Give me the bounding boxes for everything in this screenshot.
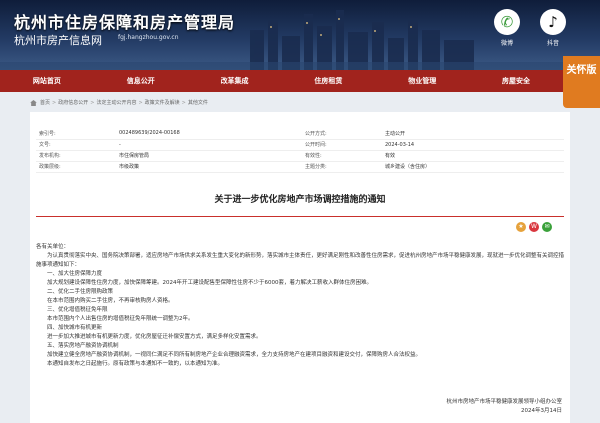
- breadcrumb: 首页 > 政府信息公开 > 法定主动公开内容 > 政策文件及解读 > 其他文件: [30, 96, 570, 109]
- weibo-label: 微博: [500, 40, 513, 47]
- douyin-label: 抖音: [546, 40, 559, 47]
- site-subtitle: 杭州市房产信息网: [14, 34, 102, 47]
- meta-value: 市级政策: [116, 161, 302, 173]
- header-banner: 杭州市住房保障和房产管理局 杭州市房产信息网 fgj.hangzhou.gov.…: [0, 0, 600, 70]
- meta-row: 文号: - 公开时间: 2024-03-14: [36, 139, 564, 151]
- meta-key: 政策层级:: [36, 161, 116, 173]
- nav-item-rental[interactable]: 住房租赁: [281, 76, 375, 86]
- meta-table: 索引号: 002489639/2024-00168 公开方式: 主动公开 文号:…: [36, 128, 564, 173]
- document-heading: 一、加大住房保障力度: [47, 271, 103, 277]
- document-title: 关于进一步优化房地产市场调控措施的通知: [214, 195, 386, 205]
- breadcrumb-policy[interactable]: 政策文件及解读: [145, 99, 180, 106]
- document-paragraph: 为认真贯彻落实中央、国务院决策部署，适应房地产市场供求关系发生重大变化的新形势，…: [36, 253, 565, 268]
- share-wechat-icon[interactable]: ✉: [542, 222, 552, 232]
- share-weibo-icon[interactable]: W: [529, 222, 539, 232]
- meta-value: 2024-03-14: [382, 139, 564, 151]
- page: 杭州市住房保障和房产管理局 杭州市房产信息网 fgj.hangzhou.gov.…: [0, 0, 600, 423]
- document-heading: 三、优化增值税征免年限: [47, 307, 108, 313]
- meta-value: 城乡建设（含住房）: [382, 161, 564, 173]
- breadcrumb-info[interactable]: 政府信息公开: [58, 99, 88, 106]
- meta-key: 有效性:: [302, 150, 382, 162]
- meta-row: 政策层级: 市级政策 主题分类: 城乡建设（含住房）: [36, 161, 564, 173]
- document-paragraph: 加大规划建设保障性住房力度，加快保障筹建。2024年开工建设配售型保障性住房不少…: [47, 280, 372, 286]
- document-signature-block: 杭州市房地产市场平稳健康发展领导小组办公室 2024年3月14日: [446, 398, 562, 416]
- document-greeting: 各有关单位：: [36, 244, 70, 250]
- content-panel: 索引号: 002489639/2024-00168 公开方式: 主动公开 文号:…: [30, 112, 570, 423]
- meta-key: 文号:: [36, 139, 116, 151]
- document-heading: 四、加快城市有机更新: [47, 325, 103, 331]
- document-body: 各有关单位： 为认真贯彻落实中央、国务院决策部署，适应房地产市场供求关系发生重大…: [36, 243, 564, 369]
- share-favorite-icon[interactable]: ★: [516, 222, 526, 232]
- document-paragraph: 在本市范围内购买二手住房，不再审核购房人资格。: [47, 298, 174, 304]
- breadcrumb-home[interactable]: 首页: [40, 99, 50, 106]
- meta-key: 主题分类:: [302, 161, 382, 173]
- meta-row: 索引号: 002489639/2024-00168 公开方式: 主动公开: [36, 128, 564, 140]
- document-heading: 二、优化二手住房限购政策: [47, 289, 114, 295]
- breadcrumb-other[interactable]: 其他文件: [188, 99, 208, 106]
- meta-row: 发布机构: 市住保房管局 有效性: 有效: [36, 150, 564, 162]
- document-paragraph: 进一步加大推进城市有机更新力度，优化房屋征迁补偿安置方式，满足多样化安置需求。: [47, 334, 262, 340]
- share-bar: ★ W ✉: [516, 222, 552, 232]
- title-divider: [36, 216, 564, 217]
- meta-key: 公开方式:: [302, 128, 382, 140]
- nav-item-safety[interactable]: 房屋安全: [469, 76, 563, 86]
- meta-value: 市住保房管局: [116, 150, 302, 162]
- nav-item-property[interactable]: 物业管理: [375, 76, 469, 86]
- nav-item-home[interactable]: 网站首页: [0, 76, 94, 86]
- wechat-qr-icon[interactable]: ✆: [494, 9, 520, 35]
- main-nav: 网站首页 信息公开 改革集成 住房租赁 物业管理 房屋安全: [0, 70, 563, 92]
- document-date: 2024年3月14日: [521, 408, 562, 414]
- site-url: fgj.hangzhou.gov.cn: [118, 34, 179, 41]
- meta-key: 发布机构:: [36, 150, 116, 162]
- document-paragraph: 加快建立健全房地产融资协调机制，一视同仁满足不同所有制房地产企业合理融资需求，全…: [47, 352, 422, 358]
- document-paragraph: 本市范围内个人出售住房的增值税征免年限统一调整为2年。: [47, 316, 194, 322]
- meta-value: 002489639/2024-00168: [116, 128, 302, 140]
- meta-value: 主动公开: [382, 128, 564, 140]
- meta-key: 公开时间:: [302, 139, 382, 151]
- meta-value: 有效: [382, 150, 564, 162]
- home-icon: [30, 99, 37, 106]
- breadcrumb-statutory[interactable]: 法定主动公开内容: [96, 99, 136, 106]
- meta-key: 索引号:: [36, 128, 116, 140]
- nav-item-reform[interactable]: 改革集成: [188, 76, 282, 86]
- douyin-qr-icon[interactable]: ♪: [540, 9, 566, 35]
- document-signature: 杭州市房地产市场平稳健康发展领导小组办公室: [446, 399, 562, 405]
- nav-item-info[interactable]: 信息公开: [94, 76, 188, 86]
- site-title: 杭州市住房保障和房产管理局: [14, 13, 236, 32]
- elder-mode-label: 关怀版: [566, 65, 597, 76]
- meta-value: -: [116, 139, 302, 151]
- document-paragraph: 本通知自发布之日起施行。原有政策与本通知不一致的，以本通知为准。: [47, 361, 224, 367]
- document-heading: 五、落实房地产融资协调机制: [47, 343, 119, 349]
